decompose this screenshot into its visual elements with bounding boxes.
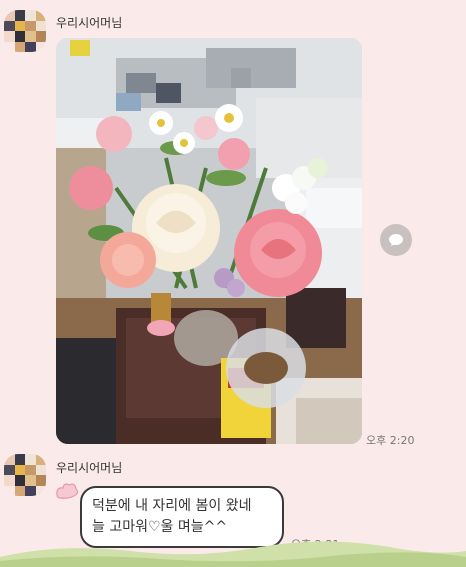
share-button[interactable] xyxy=(380,224,412,256)
message-timestamp: 오후 2:20 xyxy=(366,434,415,447)
avatar[interactable] xyxy=(4,10,46,52)
decorative-hill xyxy=(0,541,466,567)
avatar[interactable] xyxy=(4,454,46,496)
flower-sticker-icon xyxy=(56,483,79,499)
flower-bouquet-photo xyxy=(56,38,362,444)
sender-name: 우리시어머님 xyxy=(56,16,123,30)
message-text-line: 덕분에 내 자리에 봄이 왔네 xyxy=(92,498,252,514)
photo-message[interactable] xyxy=(56,38,362,444)
share-bubble-icon xyxy=(389,234,403,246)
sender-name: 우리시어머님 xyxy=(56,461,123,475)
